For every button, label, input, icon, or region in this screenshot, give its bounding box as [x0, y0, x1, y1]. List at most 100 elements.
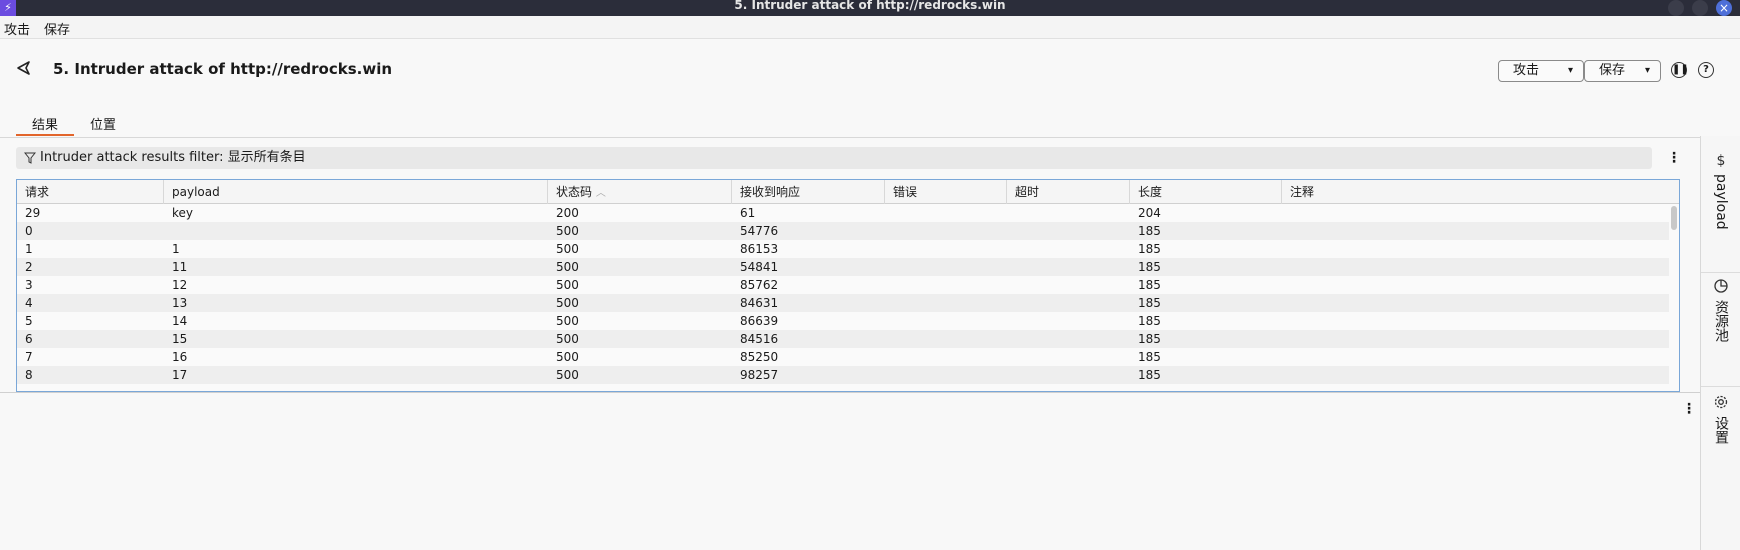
sidebar-item-settings[interactable]: 设置 — [1701, 394, 1740, 444]
menu-attack[interactable]: 攻击 — [4, 19, 30, 38]
cell-length: 185 — [1138, 350, 1161, 364]
page-header: 5. Intruder attack of http://redrocks.wi… — [0, 40, 1714, 110]
sidebar-item-label: 设置 — [1713, 416, 1729, 444]
dollar-icon: $ — [1717, 153, 1726, 168]
table-row[interactable]: 29 key 200 61 204 — [17, 204, 1669, 222]
cell-payload: key — [172, 206, 194, 220]
cell-request: 0 — [25, 224, 33, 238]
table-row[interactable]: 5 14 500 86639 185 — [17, 312, 1669, 330]
pause-icon[interactable]: ❚❚ — [1671, 62, 1689, 78]
cell-response-received: 84516 — [740, 332, 779, 346]
chevron-down-icon: ▾ — [1567, 65, 1573, 76]
results-tabs: 结果 位置 — [0, 112, 1700, 138]
filter-more-icon[interactable]: ⋮ — [1667, 150, 1681, 166]
close-window-button[interactable]: × — [1716, 0, 1732, 16]
column-header-response-received[interactable]: 接收到响应 — [732, 180, 885, 204]
column-header-status[interactable]: 状态码 ︿ — [548, 180, 732, 204]
chevron-down-icon: ▾ — [1644, 65, 1650, 76]
cell-response-received: 85762 — [740, 278, 779, 292]
cell-status: 500 — [556, 242, 579, 256]
attack-button[interactable]: 攻击 ▾ — [1498, 60, 1584, 82]
detail-pane: ⋮ — [0, 392, 1700, 550]
save-button[interactable]: 保存 ▾ — [1584, 60, 1661, 82]
table-row[interactable]: 0 500 54776 185 — [17, 222, 1669, 240]
minimize-button[interactable] — [1668, 0, 1684, 16]
cell-response-received: 61 — [740, 206, 756, 220]
sidebar-divider — [1701, 386, 1740, 387]
column-header-comment[interactable]: 注释 — [1282, 180, 1679, 204]
cell-request: 5 — [25, 314, 33, 328]
tab-results[interactable]: 结果 — [16, 114, 74, 136]
cell-payload: 13 — [172, 296, 188, 310]
column-header-timeout[interactable]: 超时 — [1007, 180, 1130, 204]
cell-status: 500 — [556, 260, 579, 274]
maximize-button[interactable] — [1692, 0, 1708, 16]
sidebar-item-resource-pool[interactable]: 资源池 — [1701, 278, 1740, 342]
sidebar-item-label: payload — [1713, 174, 1729, 230]
cell-response-received: 85250 — [740, 350, 779, 364]
cell-length: 185 — [1138, 224, 1161, 238]
menubar: 攻击 保存 — [0, 16, 1740, 39]
cell-status: 500 — [556, 368, 579, 382]
sidebar-item-payload[interactable]: $ payload — [1701, 152, 1740, 230]
cell-length: 185 — [1138, 242, 1161, 256]
table-row[interactable]: 4 13 500 84631 185 — [17, 294, 1669, 312]
column-header-error[interactable]: 错误 — [885, 180, 1007, 204]
cell-request: 3 — [25, 278, 33, 292]
table-header: 请求 payload 状态码 ︿ 接收到响应 错误 超时 长度 注释 — [17, 180, 1679, 204]
detail-more-icon[interactable]: ⋮ — [1682, 401, 1696, 417]
cell-request: 2 — [25, 260, 33, 274]
cell-status: 500 — [556, 296, 579, 310]
window-titlebar: ⚡ 5. Intruder attack of http://redrocks.… — [0, 0, 1740, 16]
cell-status: 500 — [556, 332, 579, 346]
cell-status: 500 — [556, 350, 579, 364]
cell-status: 500 — [556, 224, 579, 238]
table-scrollbar[interactable] — [1671, 206, 1677, 230]
tab-positions[interactable]: 位置 — [88, 114, 118, 136]
table-row[interactable]: 6 15 500 84516 185 — [17, 330, 1669, 348]
table-row[interactable]: 8 17 500 98257 185 — [17, 366, 1669, 384]
column-header-request[interactable]: 请求 — [17, 180, 164, 204]
sidebar-divider — [1701, 272, 1740, 273]
cell-payload: 15 — [172, 332, 188, 346]
cell-payload: 14 — [172, 314, 188, 328]
cell-request: 1 — [25, 242, 33, 256]
filter-text: Intruder attack results filter: 显示所有条目 — [40, 150, 306, 165]
table-row[interactable]: 3 12 500 85762 185 — [17, 276, 1669, 294]
cell-length: 185 — [1138, 278, 1161, 292]
cell-status: 500 — [556, 314, 579, 328]
cell-response-received: 54776 — [740, 224, 779, 238]
svg-text:$: $ — [1717, 153, 1726, 168]
menu-save[interactable]: 保存 — [44, 19, 70, 38]
cell-payload: 11 — [172, 260, 188, 274]
table-row[interactable]: 2 11 500 54841 185 — [17, 258, 1669, 276]
results-table: 请求 payload 状态码 ︿ 接收到响应 错误 超时 长度 注释 29 key… — [16, 179, 1680, 392]
gear-icon — [1714, 395, 1728, 409]
help-icon[interactable]: ? — [1698, 62, 1714, 78]
cell-length: 185 — [1138, 314, 1161, 328]
column-header-length[interactable]: 长度 — [1130, 180, 1282, 204]
sort-ascending-icon: ︿ — [595, 188, 606, 199]
column-header-payload[interactable]: payload — [164, 180, 548, 204]
cell-request: 6 — [25, 332, 33, 346]
table-row[interactable]: 7 16 500 85250 185 — [17, 348, 1669, 366]
cell-response-received: 54841 — [740, 260, 779, 274]
cell-payload: 12 — [172, 278, 188, 292]
cell-length: 185 — [1138, 296, 1161, 310]
cell-request: 4 — [25, 296, 33, 310]
column-header-status-label: 状态码 — [556, 185, 593, 199]
table-row[interactable]: 1 1 500 86153 185 — [17, 240, 1669, 258]
results-filter-bar[interactable]: Intruder attack results filter: 显示所有条目 — [16, 147, 1652, 169]
back-icon[interactable] — [14, 58, 34, 78]
pie-chart-icon — [1714, 279, 1728, 293]
cell-length: 185 — [1138, 332, 1161, 346]
cell-response-received: 86153 — [740, 242, 779, 256]
cell-request: 29 — [25, 206, 41, 220]
cell-response-received: 98257 — [740, 368, 779, 382]
save-button-label: 保存 — [1599, 63, 1626, 78]
cell-response-received: 84631 — [740, 296, 779, 310]
attack-button-label: 攻击 — [1513, 63, 1540, 78]
page-title: 5. Intruder attack of http://redrocks.wi… — [53, 60, 393, 78]
cell-length: 204 — [1138, 206, 1161, 220]
window-title: 5. Intruder attack of http://redrocks.wi… — [734, 0, 1006, 12]
